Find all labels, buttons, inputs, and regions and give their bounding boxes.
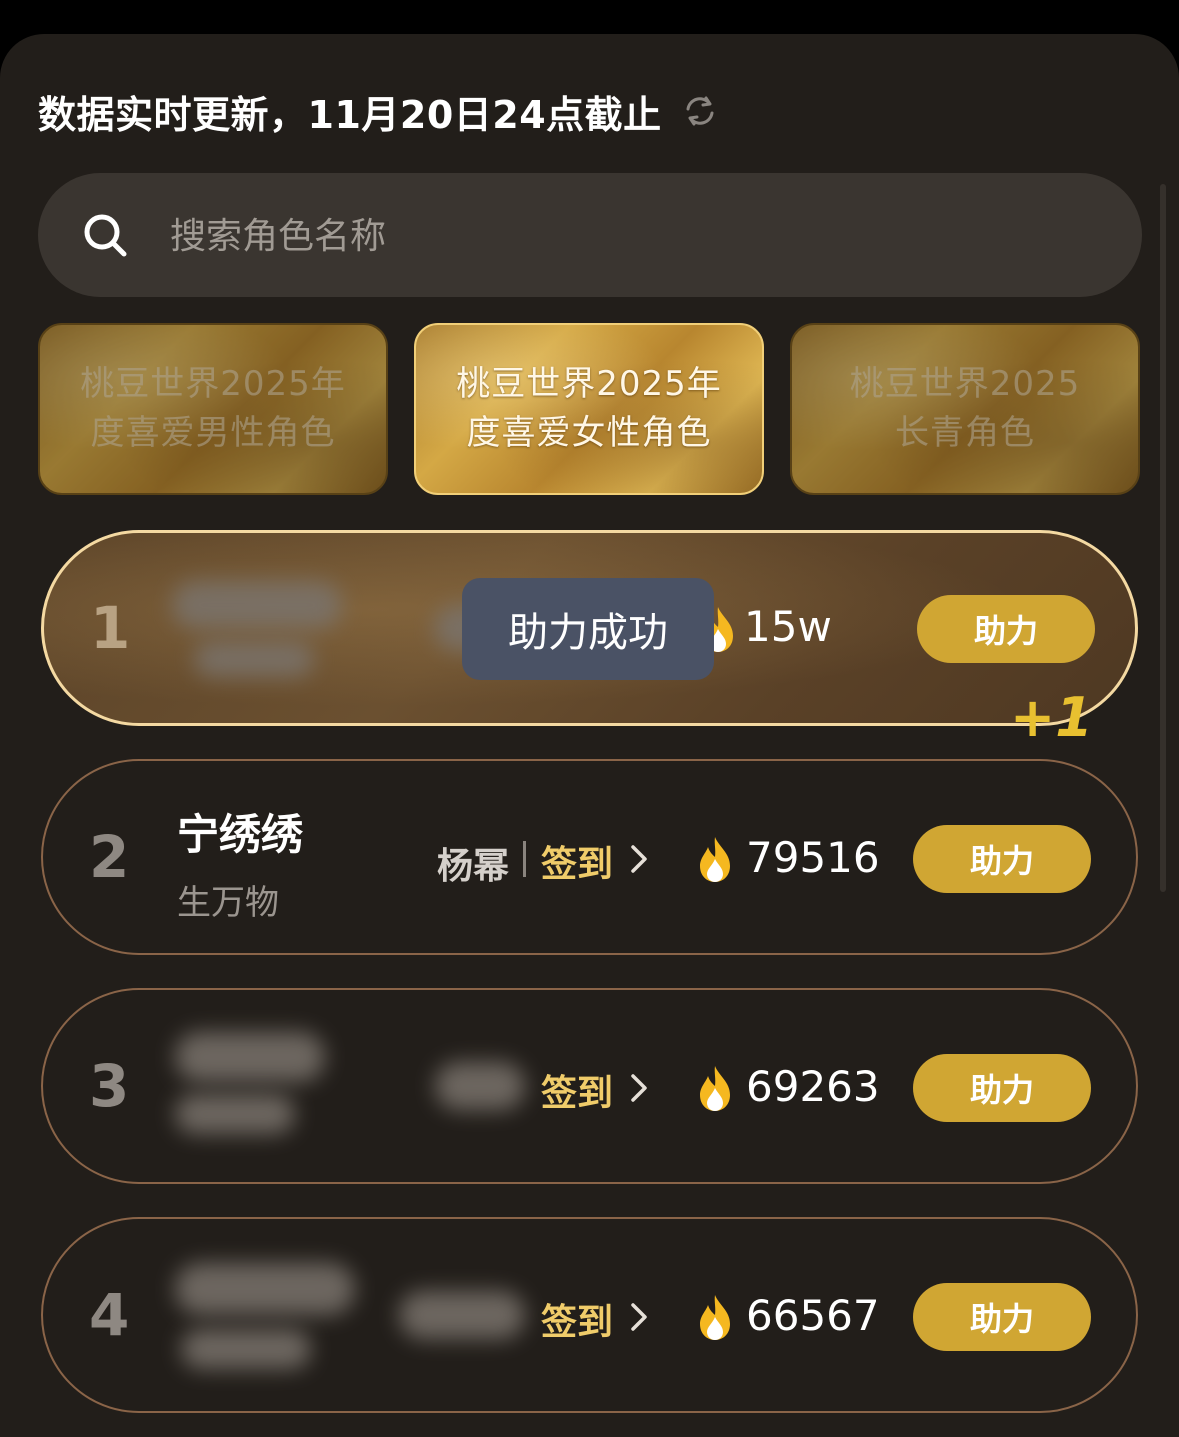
blurred-work-title: [181, 1329, 311, 1369]
boost-button[interactable]: 助力: [917, 595, 1095, 663]
boost-button[interactable]: 助力: [913, 1054, 1091, 1122]
plus-one-badge: +1: [1010, 686, 1093, 749]
tab-female-characters[interactable]: 桃豆世界2025年度喜爱女性角色: [414, 323, 764, 495]
flame-icon: [700, 1295, 730, 1340]
blurred-character-name: [175, 1263, 355, 1315]
flame-icon: [700, 1066, 730, 1111]
blurred-character-name: [172, 581, 342, 629]
rank-card-3[interactable]: 3 签到 69263 助力: [41, 988, 1138, 1184]
tab-male-characters[interactable]: 桃豆世界2025年度喜爱男性角色: [38, 323, 388, 495]
rank-number: 1: [90, 594, 131, 662]
tab-evergreen-characters[interactable]: 桃豆世界2025长青角色: [790, 323, 1140, 495]
tab-label: 桃豆世界2025长青角色: [849, 364, 1081, 453]
flame-icon: [700, 837, 730, 882]
search-bar[interactable]: [38, 173, 1142, 299]
blurred-work-title: [194, 641, 314, 677]
boost-button[interactable]: 助力: [913, 825, 1091, 893]
chevron-right-icon: [631, 1303, 647, 1331]
header: 数据实时更新，11月20日24点截止: [38, 86, 718, 137]
tab-label: 桃豆世界2025年度喜爱女性角色: [456, 364, 722, 453]
boost-success-toast: 助力成功: [462, 578, 714, 680]
blurred-actor-name: [435, 1062, 525, 1110]
toast-text: 助力成功: [508, 610, 668, 656]
rank-card-4[interactable]: 4 签到 66567 助力: [41, 1217, 1138, 1413]
signin-link[interactable]: 签到: [541, 1064, 613, 1116]
tab-label: 桃豆世界2025年度喜爱男性角色: [80, 364, 346, 453]
ranking-panel: 数据实时更新，11月20日24点截止 桃豆世界2025年度喜爱男性角色 桃豆世界…: [0, 34, 1179, 1437]
blurred-character-name: [175, 1032, 325, 1082]
work-title: 生万物: [177, 883, 279, 923]
hot-score: 69263: [746, 1062, 880, 1111]
actor-name: 杨幂: [437, 846, 510, 887]
update-notice: 数据实时更新，11月20日24点截止: [38, 92, 662, 137]
blurred-actor-name: [399, 1291, 525, 1339]
character-name: 宁绣绣: [177, 810, 304, 859]
hot-score: 79516: [746, 833, 880, 882]
chevron-right-icon: [631, 1074, 647, 1102]
signin-link[interactable]: 签到: [541, 835, 613, 887]
boost-button[interactable]: 助力: [913, 1283, 1091, 1351]
rank-card-2[interactable]: 2 宁绣绣 生万物 杨幂 签到 79516 助力: [41, 759, 1138, 955]
signin-link[interactable]: 签到: [541, 1293, 613, 1345]
hot-score: 15w: [744, 602, 832, 651]
chevron-right-icon: [631, 845, 647, 873]
search-icon: [84, 214, 127, 257]
blurred-work-title: [175, 1094, 295, 1134]
divider: [523, 841, 526, 877]
rank-number: 4: [89, 1281, 130, 1349]
scrollbar[interactable]: [1160, 184, 1166, 892]
search-input[interactable]: [168, 173, 1072, 299]
rank-number: 3: [89, 1052, 130, 1120]
hot-score: 66567: [746, 1291, 880, 1340]
refresh-icon[interactable]: [682, 93, 718, 129]
rank-number: 2: [89, 823, 130, 891]
